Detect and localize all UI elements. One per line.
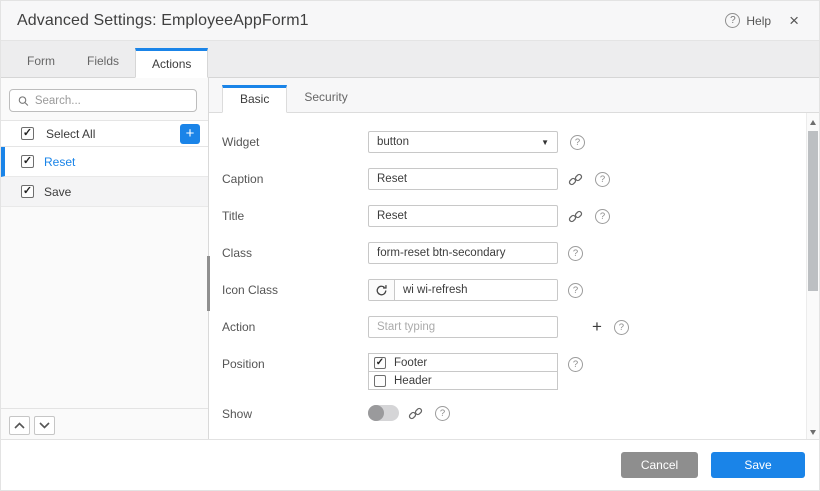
scrollbar-thumb[interactable]	[808, 131, 818, 291]
bind-link-icon[interactable]	[568, 209, 583, 224]
move-down-button[interactable]	[34, 416, 55, 435]
select-all-checkbox[interactable]: ✓	[21, 127, 34, 140]
scroll-up-icon	[810, 120, 816, 125]
field-row-class: Class ?	[222, 242, 806, 264]
icon-class-input[interactable]	[395, 280, 558, 300]
detail-tabbar: Basic Security	[209, 78, 819, 113]
basic-form: Widget button ▼ ? Caption ?	[209, 113, 806, 441]
field-label: Show	[222, 405, 368, 421]
scroll-down-icon	[810, 430, 816, 435]
show-toggle[interactable]	[368, 405, 399, 421]
field-label: Class	[222, 242, 368, 260]
tab-fields[interactable]: Fields	[71, 47, 135, 77]
help-icon[interactable]: ?	[595, 209, 610, 224]
caption-input[interactable]	[368, 168, 558, 190]
action-input[interactable]	[368, 316, 558, 338]
search-input[interactable]	[35, 95, 188, 107]
reorder-toolbar	[1, 408, 208, 441]
field-row-icon-class: Icon Class ?	[222, 279, 806, 301]
field-label: Position	[222, 353, 368, 371]
tab-form[interactable]: Form	[11, 47, 71, 77]
toggle-knob	[368, 405, 384, 421]
help-circle-icon: ?	[725, 13, 740, 28]
cancel-button[interactable]: Cancel	[621, 452, 698, 478]
chevron-up-icon	[14, 422, 25, 429]
sidebar-item-label: Reset	[44, 155, 75, 169]
scroll-up-button[interactable]	[807, 115, 819, 129]
help-label: Help	[746, 14, 771, 28]
save-checkbox[interactable]: ✓	[21, 185, 34, 198]
field-label: Title	[222, 205, 368, 223]
help-icon[interactable]: ?	[570, 135, 585, 150]
field-label: Caption	[222, 168, 368, 186]
vertical-scrollbar[interactable]	[806, 113, 819, 441]
header-checkbox[interactable]	[374, 375, 386, 387]
help-icon[interactable]: ?	[435, 406, 450, 421]
dialog-body: ✓ Select All + ✓ Reset ✓ Save	[1, 78, 819, 441]
icon-class-group	[368, 279, 558, 301]
scroll-down-button[interactable]	[807, 425, 819, 439]
widget-select-value: button	[377, 136, 409, 148]
action-detail-panel: Basic Security Widget button ▼ ? Caption	[209, 78, 819, 441]
field-row-widget: Widget button ▼ ?	[222, 131, 806, 153]
refresh-icon	[375, 284, 388, 297]
chevron-down-icon	[39, 422, 50, 429]
widget-select[interactable]: button ▼	[368, 131, 558, 153]
bind-link-icon[interactable]	[568, 172, 583, 187]
search-wrap	[1, 78, 208, 120]
close-icon[interactable]: ×	[785, 10, 803, 31]
help-button[interactable]: ? Help	[725, 13, 771, 28]
position-option-footer[interactable]: ✓ Footer	[368, 353, 558, 372]
field-label: Icon Class	[222, 279, 368, 297]
dialog-footer: Cancel Save	[1, 439, 819, 490]
position-option-label: Footer	[394, 357, 427, 369]
sidebar-item-label: Save	[44, 185, 71, 199]
caret-down-icon: ▼	[541, 138, 549, 147]
dialog-header: Advanced Settings: EmployeeAppForm1 ? He…	[1, 1, 819, 41]
help-icon[interactable]: ?	[568, 357, 583, 372]
tab-actions[interactable]: Actions	[135, 48, 208, 78]
field-row-position: Position ✓ Footer Header ?	[222, 353, 806, 390]
bind-link-icon[interactable]	[408, 406, 423, 421]
class-input[interactable]	[368, 242, 558, 264]
tab-basic[interactable]: Basic	[222, 85, 287, 113]
field-row-action: Action + ?	[222, 316, 806, 338]
sidebar-resize-handle[interactable]	[207, 256, 210, 311]
add-action-button[interactable]: +	[180, 124, 200, 144]
sidebar-item-save[interactable]: ✓ Save	[1, 177, 208, 207]
dialog-title: Advanced Settings: EmployeeAppForm1	[17, 12, 309, 30]
field-row-title: Title ?	[222, 205, 806, 227]
position-option-label: Header	[394, 375, 432, 387]
search-box[interactable]	[9, 89, 197, 112]
help-icon[interactable]: ?	[614, 320, 629, 335]
sidebar-item-reset[interactable]: ✓ Reset	[1, 147, 208, 177]
position-option-header[interactable]: Header	[368, 371, 558, 390]
save-button[interactable]: Save	[711, 452, 805, 478]
search-icon	[18, 95, 29, 107]
help-icon[interactable]: ?	[568, 283, 583, 298]
field-label: Widget	[222, 131, 368, 149]
tab-security[interactable]: Security	[287, 84, 364, 112]
add-action-inline-icon[interactable]: +	[592, 317, 602, 337]
field-row-show: Show ?	[222, 405, 806, 421]
help-icon[interactable]: ?	[568, 246, 583, 261]
advanced-settings-dialog: Advanced Settings: EmployeeAppForm1 ? He…	[0, 0, 820, 491]
footer-checkbox[interactable]: ✓	[374, 357, 386, 369]
actions-sidebar: ✓ Select All + ✓ Reset ✓ Save	[1, 78, 209, 441]
select-all-label: Select All	[46, 127, 95, 141]
field-label: Action	[222, 316, 368, 334]
reset-checkbox[interactable]: ✓	[21, 155, 34, 168]
field-row-caption: Caption ?	[222, 168, 806, 190]
icon-preview	[369, 280, 395, 300]
position-options: ✓ Footer Header	[368, 353, 558, 390]
dialog-tabbar: Form Fields Actions	[1, 41, 819, 78]
select-all-row: ✓ Select All +	[1, 120, 208, 147]
title-input[interactable]	[368, 205, 558, 227]
move-up-button[interactable]	[9, 416, 30, 435]
help-icon[interactable]: ?	[595, 172, 610, 187]
